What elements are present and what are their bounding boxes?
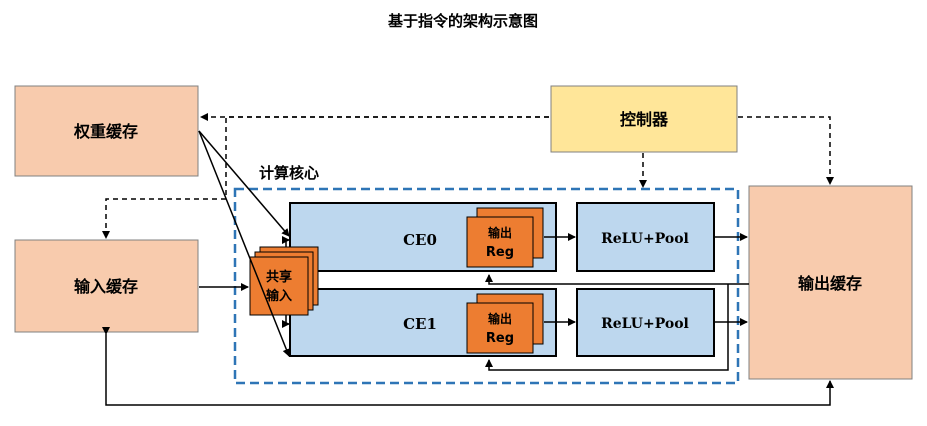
shared-to-ce1-arrow — [282, 315, 290, 328]
input-buffer-label: 输入缓存 — [74, 277, 138, 296]
ce1-reg-label-1: 输出 — [488, 311, 512, 326]
shared-input-label-1: 共享 — [266, 269, 292, 285]
ce0-reg-label-1: 输出 — [488, 225, 512, 240]
relu-pool-0-label: ReLU+Pool — [601, 231, 689, 247]
shared-to-ce0-arrow — [282, 236, 290, 247]
relu-pool-1-label: ReLU+Pool — [601, 316, 689, 332]
diagram-title: 基于指令的架构示意图 — [387, 12, 538, 30]
weight-buffer-label: 权重缓存 — [73, 122, 138, 141]
shared-input-label-2: 输入 — [266, 288, 292, 304]
ce1-reg-label-2: Reg — [486, 331, 514, 346]
architecture-diagram: 基于指令的架构示意图 计算核心 权重缓存 输入缓存 控制器 输出缓存 CE0 C… — [14, 12, 913, 406]
compute-core-label: 计算核心 — [259, 164, 319, 182]
ce1-label: CE1 — [403, 315, 437, 333]
ce0-label: CE0 — [403, 231, 437, 249]
controller-to-output-dashed — [738, 116, 834, 185]
output-feedback-ce0-arrow — [485, 274, 749, 285]
weight-to-ce0-arrow — [198, 130, 290, 237]
controller-label: 控制器 — [620, 110, 669, 129]
output-buffer-label: 输出缓存 — [798, 274, 862, 293]
shared-input-front — [249, 256, 309, 316]
ce0-reg-label-2: Reg — [486, 245, 514, 260]
